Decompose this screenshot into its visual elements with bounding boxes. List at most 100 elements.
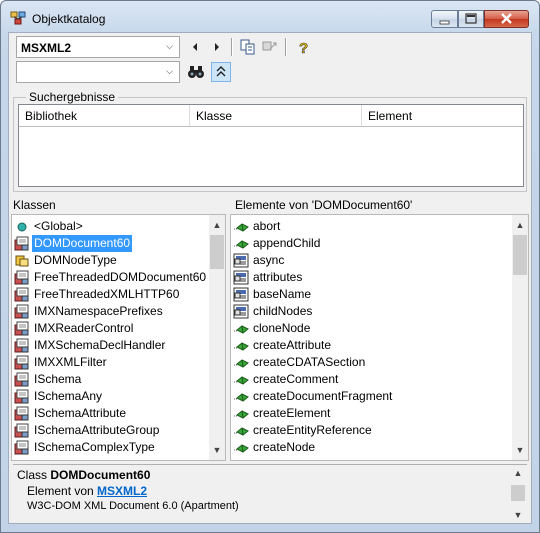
members-header: Elemente von 'DOMDocument60' bbox=[235, 198, 413, 212]
copy-icon bbox=[240, 39, 255, 55]
member-list-item-label: cloneNode bbox=[253, 321, 311, 335]
class-list-item-label: ISchemaAttributeGroup bbox=[34, 423, 160, 437]
search-button[interactable] bbox=[186, 62, 206, 82]
members-list[interactable]: abort appendChild async attributes baseName c… bbox=[230, 214, 529, 461]
scroll-thumb[interactable] bbox=[513, 235, 527, 275]
library-dropdown-value: MSXML2 bbox=[21, 41, 72, 55]
member-list-item-label: childNodes bbox=[253, 304, 313, 318]
property-icon bbox=[233, 270, 249, 285]
class-icon bbox=[14, 270, 29, 285]
arrow-right-icon bbox=[215, 43, 219, 51]
maximize-icon bbox=[465, 13, 477, 24]
details-name: DOMDocument60 bbox=[50, 468, 151, 482]
classes-scrollbar[interactable]: ▲ ▼ bbox=[209, 215, 225, 460]
help-button[interactable]: ? bbox=[293, 37, 313, 58]
details-kind: Class bbox=[17, 468, 48, 482]
details-scrollbar[interactable]: ▲ ▼ bbox=[510, 465, 526, 523]
method-icon bbox=[234, 240, 249, 249]
member-list-item-label: createDocumentFragment bbox=[253, 389, 393, 403]
member-list-item-label: createEntityReference bbox=[253, 423, 372, 437]
window-title: Objektkatalog bbox=[32, 12, 106, 26]
class-icon bbox=[14, 406, 29, 421]
method-icon bbox=[234, 223, 249, 232]
collapse-up-icon bbox=[216, 66, 226, 77]
member-list-item-label: createNode bbox=[253, 440, 316, 454]
object-browser-window: Objektkatalog MSXML2 ⌵ ? ⌵ Suchergebniss… bbox=[0, 0, 540, 533]
member-list-item-label: createAttribute bbox=[253, 338, 332, 352]
class-list-item-label: ISchemaAttribute bbox=[34, 406, 127, 420]
close-button[interactable] bbox=[484, 10, 529, 28]
chevron-down-icon: ⌵ bbox=[166, 66, 173, 76]
column-header-library[interactable]: Bibliothek bbox=[19, 105, 190, 127]
class-list-item-label: FreeThreadedDOMDocument60 bbox=[34, 270, 207, 284]
classes-header: Klassen bbox=[13, 198, 56, 212]
toolbar-separator bbox=[285, 38, 287, 56]
class-list-item-label: <Global> bbox=[34, 219, 83, 233]
library-dropdown[interactable]: MSXML2 ⌵ bbox=[16, 36, 180, 58]
title-bar[interactable]: Objektkatalog bbox=[1, 1, 539, 35]
search-combo[interactable]: ⌵ bbox=[16, 61, 180, 83]
member-list-item-label: attributes bbox=[253, 270, 303, 284]
scroll-down-icon[interactable]: ▼ bbox=[510, 507, 526, 523]
toggle-search-results-button[interactable] bbox=[211, 62, 231, 82]
close-icon bbox=[501, 13, 512, 24]
member-list-item-label: appendChild bbox=[253, 236, 321, 250]
scroll-up-icon[interactable]: ▲ bbox=[510, 465, 526, 481]
class-icon bbox=[14, 287, 29, 302]
classes-list[interactable]: <Global> DOMDocument60 DOMNodeType FreeThre… bbox=[11, 214, 226, 461]
class-list-item-label: IMXReaderControl bbox=[34, 321, 134, 335]
class-list-item-label: IMXNamespacePrefixes bbox=[34, 304, 163, 318]
class-icon bbox=[14, 355, 29, 370]
scroll-up-icon[interactable]: ▲ bbox=[209, 217, 225, 233]
scroll-up-icon[interactable]: ▲ bbox=[512, 217, 528, 233]
class-list-item-label: IMXXMLFilter bbox=[34, 355, 107, 369]
client-area: MSXML2 ⌵ ? ⌵ Suchergebnisse Bibliothek K… bbox=[8, 32, 532, 524]
method-icon bbox=[234, 444, 249, 453]
method-icon bbox=[234, 410, 249, 419]
copy-button[interactable] bbox=[238, 37, 258, 57]
class-icon bbox=[14, 338, 29, 353]
method-icon bbox=[234, 342, 249, 351]
class-list-item-label: DOMNodeType bbox=[34, 253, 117, 267]
search-results-list[interactable]: Bibliothek Klasse Element bbox=[18, 104, 524, 187]
minimize-icon bbox=[439, 20, 450, 25]
class-list-item-label: DOMDocument60 bbox=[32, 235, 133, 252]
method-icon bbox=[234, 325, 249, 334]
member-list-item-label: createElement bbox=[253, 406, 331, 420]
details-description: W3C-DOM XML Document 6.0 (Apartment) bbox=[27, 500, 239, 512]
column-header-class[interactable]: Klasse bbox=[190, 105, 362, 127]
class-icon bbox=[14, 423, 29, 438]
member-list-item-label: async bbox=[253, 253, 285, 267]
method-icon bbox=[234, 376, 249, 385]
maximize-button[interactable] bbox=[458, 10, 484, 28]
class-list-item-label: ISchemaAny bbox=[34, 389, 103, 403]
minimize-button[interactable] bbox=[431, 10, 458, 28]
scroll-down-icon[interactable]: ▼ bbox=[209, 442, 225, 458]
members-scrollbar[interactable]: ▲ ▼ bbox=[512, 215, 528, 460]
forward-button[interactable] bbox=[206, 37, 226, 57]
class-icon bbox=[14, 389, 29, 404]
method-icon bbox=[234, 427, 249, 436]
view-definition-button[interactable] bbox=[260, 37, 280, 57]
member-list-item-label: createComment bbox=[253, 372, 339, 386]
details-member-of-label: Element von bbox=[27, 484, 94, 498]
scroll-down-icon[interactable]: ▼ bbox=[512, 442, 528, 458]
scroll-thumb[interactable] bbox=[511, 485, 525, 501]
class-icon bbox=[14, 321, 29, 336]
class-list-item-label: IMXSchemaDeclHandler bbox=[34, 338, 166, 352]
view-definition-icon bbox=[262, 41, 277, 51]
class-list-item-label: ISchemaComplexType bbox=[34, 440, 155, 454]
property-icon bbox=[233, 253, 249, 268]
class-icon bbox=[14, 440, 29, 455]
library-link[interactable]: MSXML2 bbox=[97, 484, 147, 498]
details-pane: Class DOMDocument60 Element von MSXML2 W… bbox=[13, 464, 527, 523]
scroll-thumb[interactable] bbox=[210, 235, 224, 269]
method-icon bbox=[234, 393, 249, 402]
column-header-element[interactable]: Element bbox=[362, 105, 523, 127]
property-icon bbox=[233, 287, 249, 302]
details-title: Class DOMDocument60 bbox=[17, 468, 150, 482]
member-list-item-label: createCDATASection bbox=[253, 355, 366, 369]
svg-text:?: ? bbox=[299, 40, 308, 57]
back-button[interactable] bbox=[186, 37, 206, 57]
details-member-of: Element von MSXML2 bbox=[27, 484, 147, 498]
